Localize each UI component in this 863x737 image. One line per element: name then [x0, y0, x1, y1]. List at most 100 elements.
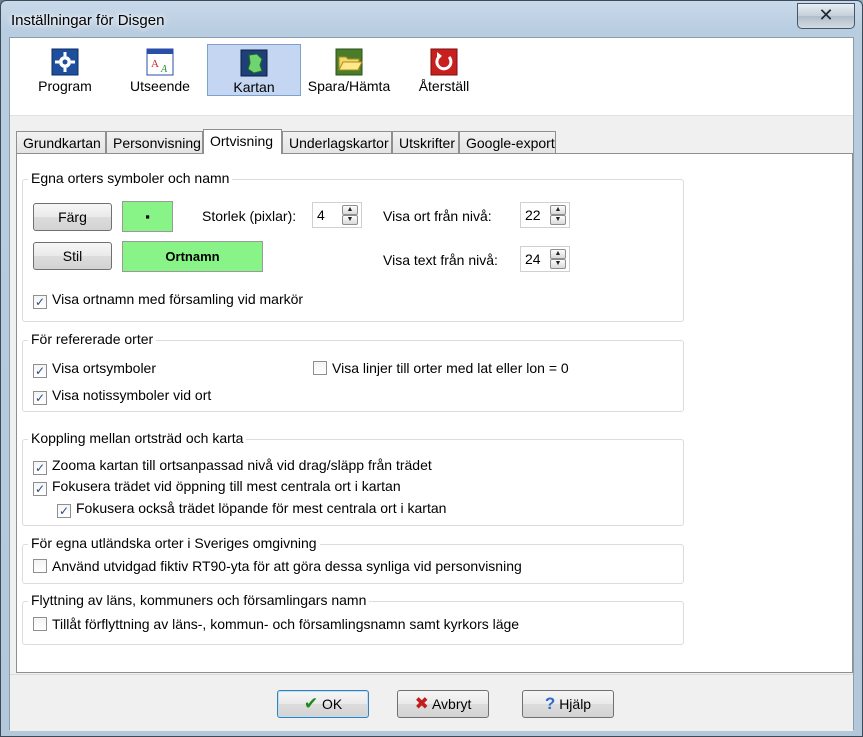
group-move-names: Flyttning av läns, kommuners och församl…: [22, 592, 684, 645]
checkbox-box[interactable]: [33, 617, 47, 631]
toolbar-map[interactable]: Kartan: [207, 44, 301, 96]
show-text-label: Visa text från nivå:: [383, 252, 498, 268]
help-question-icon: ?: [544, 694, 556, 713]
checkbox-box[interactable]: [313, 361, 327, 375]
tab-label: Personvisning: [113, 135, 201, 151]
checkbox-label: Tillåt förflyttning av läns-, kommun- oc…: [52, 616, 520, 632]
tab-personvisning[interactable]: Personvisning: [106, 131, 203, 153]
show-place-spinner[interactable]: 22 ▲ ▼: [520, 202, 570, 228]
show-place-spinner-arrows: ▲ ▼: [550, 205, 566, 225]
checkbox-focus-tree[interactable]: ✓ Fokusera trädet vid öppning till mest c…: [33, 478, 401, 496]
checkbox-show-lines[interactable]: Visa linjer till orter med lat eller lon…: [313, 360, 569, 378]
group-coupling-title: Koppling mellan ortsträd och karta: [28, 430, 247, 446]
folder-icon: [335, 48, 363, 76]
tab-grundkartan[interactable]: Grundkartan: [16, 131, 106, 153]
svg-text:A: A: [160, 64, 168, 75]
checkbox-box[interactable]: ✓: [33, 295, 47, 309]
checkbox-box[interactable]: ✓: [33, 461, 47, 475]
help-button-label: Hjälp: [559, 696, 592, 712]
tab-label: Utskrifter: [399, 135, 455, 151]
spin-down-icon[interactable]: ▼: [550, 259, 566, 269]
checkbox-box[interactable]: [33, 559, 47, 573]
cancel-button-label: Avbryt: [431, 696, 472, 712]
checkbox-label: Visa notissymboler vid ort: [52, 387, 212, 403]
text-style-preview: Ortnamn: [122, 241, 263, 272]
gear-icon: [51, 48, 79, 76]
dialog-footer: ✔ OK ✖ Avbryt ? Hjälp: [10, 674, 853, 731]
tab-label: Grundkartan: [23, 135, 101, 151]
close-button[interactable]: ✕: [797, 3, 855, 29]
show-text-spinner[interactable]: 24 ▲ ▼: [520, 246, 570, 272]
svg-text:A: A: [151, 58, 159, 70]
tab-ortvisning[interactable]: Ortvisning: [203, 129, 282, 154]
checkbox-box[interactable]: ✓: [33, 364, 47, 378]
checkmark-icon: ✔: [303, 694, 319, 713]
checkbox-zoom-map[interactable]: ✓ Zooma kartan till ortsanpassad nivå vid…: [33, 457, 432, 475]
cancel-x-icon: ✖: [414, 694, 429, 713]
toolbar-program[interactable]: Program: [30, 44, 100, 96]
checkbox-allow-move[interactable]: Tillåt förflyttning av läns-, kommun- oc…: [33, 616, 519, 634]
tab-underlagskartor[interactable]: Underlagskartor: [282, 131, 392, 153]
checkbox-label: Visa ortsymboler: [52, 360, 157, 376]
spin-up-icon[interactable]: ▲: [550, 249, 566, 259]
checkbox-label: Visa linjer till orter med lat eller lon…: [332, 360, 569, 376]
size-value: 4: [317, 207, 325, 223]
checkbox-box[interactable]: ✓: [57, 504, 71, 518]
toolbar-reset[interactable]: Återställ: [411, 44, 477, 96]
tab-google-export[interactable]: Google-export: [459, 131, 556, 153]
tab-label: Underlagskartor: [289, 135, 389, 151]
reset-icon: [430, 48, 458, 76]
tab-label: Ortvisning: [210, 133, 274, 149]
style-button[interactable]: Stil: [33, 242, 112, 270]
toolbar-appearance[interactable]: A A Utseende: [122, 44, 198, 96]
size-label: Storlek (pixlar):: [202, 208, 297, 224]
font-style-icon: A A: [146, 48, 174, 76]
spin-up-icon[interactable]: ▲: [342, 205, 358, 215]
settings-dialog: Inställningar för Disgen ✕ Program A A U…: [0, 0, 863, 737]
checkbox-show-note-symbols[interactable]: ✓ Visa notissymboler vid ort: [33, 387, 211, 405]
checkbox-label: Fokusera trädet vid öppning till mest ce…: [52, 478, 401, 494]
title-bar[interactable]: Inställningar för Disgen ✕: [1, 1, 862, 37]
checkbox-box[interactable]: ✓: [33, 482, 47, 496]
toolbar-save-load-label: Spara/Hämta: [307, 78, 391, 94]
group-own-places-title: Egna orters symboler och namn: [28, 170, 233, 186]
tab-panel-ortvisning: Egna orters symboler och namn Färg ▪ Sto…: [16, 153, 853, 673]
group-foreign-title: För egna utländska orter i Sveriges omgi…: [28, 535, 320, 551]
ok-button[interactable]: ✔ OK: [277, 690, 369, 718]
toolbar-program-label: Program: [38, 78, 92, 94]
group-referenced-places: För refererade orter ✓ Visa ortsymboler ✓…: [22, 331, 684, 412]
checkbox-extended-rt90[interactable]: Använd utvidgad fiktiv RT90-yta för att …: [33, 558, 522, 576]
checkbox-label: Fokusera också trädet löpande för mest c…: [76, 500, 447, 516]
toolbar-save-load[interactable]: Spara/Hämta: [307, 44, 391, 96]
group-move-title: Flyttning av läns, kommuners och församl…: [28, 592, 370, 608]
group-own-places: Egna orters symboler och namn Färg ▪ Sto…: [22, 170, 684, 322]
color-button-label: Färg: [58, 209, 87, 225]
spin-up-icon[interactable]: ▲: [550, 205, 566, 215]
checkbox-show-place-symbols[interactable]: ✓ Visa ortsymboler: [33, 360, 156, 378]
cancel-button[interactable]: ✖ Avbryt: [397, 690, 489, 718]
show-place-label: Visa ort från nivå:: [383, 208, 492, 224]
help-button[interactable]: ? Hjälp: [522, 690, 614, 718]
show-text-spinner-arrows: ▲ ▼: [550, 249, 566, 269]
checkbox-label: Visa ortnamn med församling vid markör: [52, 291, 304, 307]
spin-down-icon[interactable]: ▼: [550, 215, 566, 225]
show-place-value: 22: [525, 207, 541, 223]
close-icon: ✕: [818, 5, 834, 25]
window-title: Inställningar för Disgen: [11, 12, 165, 29]
group-coupling: Koppling mellan ortsträd och karta ✓ Zoom…: [22, 430, 684, 526]
checkbox-box[interactable]: ✓: [33, 391, 47, 405]
checkbox-show-name-parish[interactable]: ✓ Visa ortnamn med församling vid markör: [33, 291, 303, 309]
checkbox-focus-tree-continuous[interactable]: ✓ Fokusera också trädet löpande för mest …: [57, 500, 446, 518]
group-foreign-places: För egna utländska orter i Sveriges omgi…: [22, 535, 684, 584]
color-button[interactable]: Färg: [33, 203, 112, 231]
swatch-symbol: ▪: [145, 209, 150, 224]
category-toolbar: Program A A Utseende Kartan Spara/Hämta …: [10, 38, 853, 116]
spin-down-icon[interactable]: ▼: [342, 215, 358, 225]
map-icon: [240, 49, 268, 77]
ok-button-label: OK: [321, 696, 343, 712]
style-button-label: Stil: [62, 248, 83, 264]
tab-utskrifter[interactable]: Utskrifter: [392, 131, 459, 153]
size-spinner[interactable]: 4 ▲ ▼: [312, 202, 362, 228]
group-referenced-title: För refererade orter: [28, 331, 157, 347]
checkbox-label: Zooma kartan till ortsanpassad nivå vid …: [52, 457, 432, 473]
